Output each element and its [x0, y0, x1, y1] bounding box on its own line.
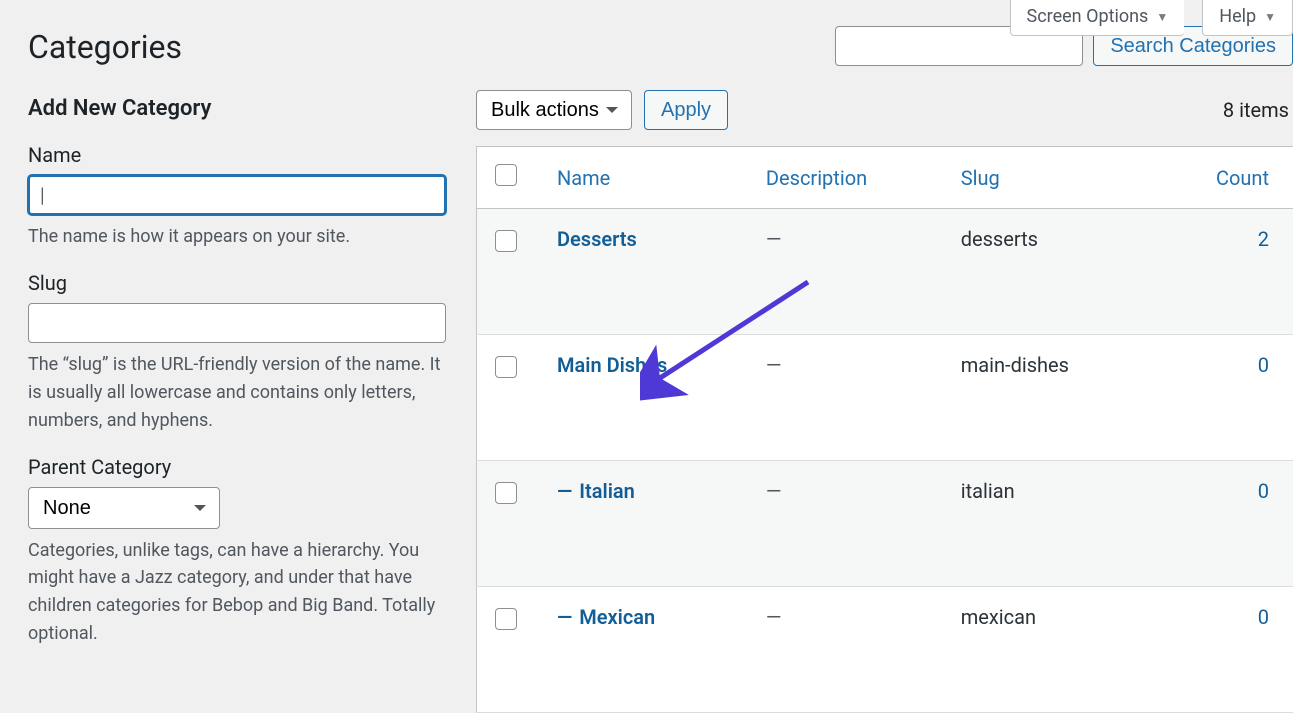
row-checkbox[interactable]: [495, 608, 517, 630]
table-row: — Italian — italian 0: [477, 461, 1293, 587]
column-header-description[interactable]: Description: [754, 147, 949, 209]
help-tab[interactable]: Help ▼: [1202, 0, 1293, 36]
parent-category-label: Parent Category: [28, 455, 446, 479]
table-row: — Mexican — mexican 0: [477, 587, 1293, 713]
row-slug: main-dishes: [949, 335, 1155, 461]
screen-options-tab[interactable]: Screen Options ▼: [1010, 0, 1185, 36]
column-header-name[interactable]: Name: [545, 147, 754, 209]
row-description: —: [754, 335, 949, 461]
row-description: —: [754, 209, 949, 335]
items-count: 8 items: [1223, 98, 1293, 122]
row-checkbox[interactable]: [495, 230, 517, 252]
categories-table: Name Description Slug Count Desserts — d…: [476, 146, 1293, 713]
screen-options-label: Screen Options: [1027, 6, 1149, 27]
parent-category-description: Categories, unlike tags, can have a hier…: [28, 537, 446, 649]
text-cursor-icon: |: [40, 183, 44, 207]
select-all-checkbox[interactable]: [495, 164, 517, 186]
slug-label: Slug: [28, 271, 446, 295]
row-count-link[interactable]: 0: [1258, 605, 1269, 629]
category-link-mexican[interactable]: Mexican: [579, 605, 655, 629]
slug-description: The “slug” is the URL-friendly version o…: [28, 351, 446, 435]
row-count-link[interactable]: 0: [1258, 353, 1269, 377]
add-new-heading: Add New Category: [28, 96, 446, 121]
slug-input[interactable]: [28, 303, 446, 343]
column-header-count[interactable]: Count: [1154, 147, 1293, 209]
indent-dash: —: [557, 605, 577, 629]
row-count-link[interactable]: 2: [1258, 227, 1269, 251]
chevron-down-icon: ▼: [1264, 10, 1276, 24]
column-header-slug[interactable]: Slug: [949, 147, 1155, 209]
row-description: —: [754, 587, 949, 713]
row-count-link[interactable]: 0: [1258, 479, 1269, 503]
row-description: —: [754, 461, 949, 587]
table-row: Desserts — desserts 2: [477, 209, 1293, 335]
table-row: Main Dishes — main-dishes 0: [477, 335, 1293, 461]
apply-button[interactable]: Apply: [644, 90, 728, 130]
category-link-italian[interactable]: Italian: [579, 479, 635, 503]
row-checkbox[interactable]: [495, 482, 517, 504]
category-link-desserts[interactable]: Desserts: [557, 227, 637, 251]
name-label: Name: [28, 143, 446, 167]
row-slug: desserts: [949, 209, 1155, 335]
help-label: Help: [1219, 6, 1256, 27]
category-link-main-dishes[interactable]: Main Dishes: [557, 353, 667, 377]
chevron-down-icon: ▼: [1156, 10, 1168, 24]
bulk-actions-select[interactable]: Bulk actions: [476, 90, 632, 130]
name-input[interactable]: [28, 175, 446, 215]
row-slug: italian: [949, 461, 1155, 587]
parent-category-select[interactable]: None: [28, 487, 220, 529]
row-checkbox[interactable]: [495, 356, 517, 378]
name-description: The name is how it appears on your site.: [28, 223, 446, 251]
indent-dash: —: [557, 479, 577, 503]
row-slug: mexican: [949, 587, 1155, 713]
